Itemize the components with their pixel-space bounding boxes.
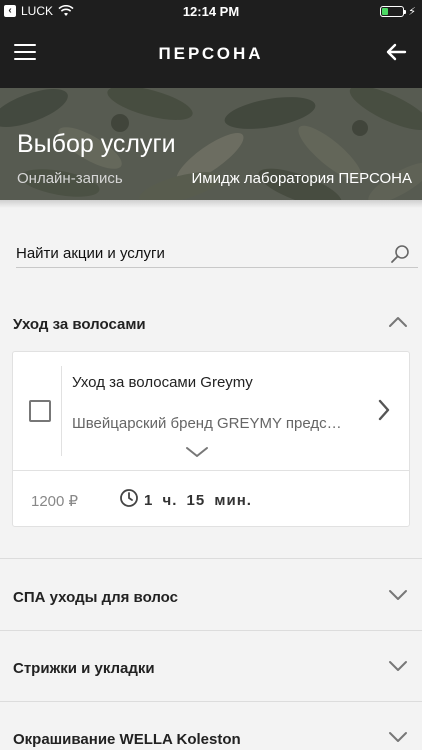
battery-icon	[380, 6, 407, 17]
service-checkbox[interactable]	[29, 400, 51, 422]
service-name: Уход за волосами Greymy	[72, 374, 253, 391]
page-title: Выбор услуги	[17, 130, 176, 158]
service-card[interactable]: Уход за волосами Greymy Швейцарский брен…	[12, 351, 410, 527]
chevron-down-icon[interactable]	[388, 588, 408, 602]
chevron-down-icon[interactable]	[388, 659, 408, 673]
card-divider-vertical	[61, 366, 62, 456]
category-label: Окрашивание WELLA Koleston	[13, 731, 241, 748]
back-arrow-icon[interactable]	[384, 40, 408, 64]
category-separator	[0, 701, 422, 702]
status-right: ⚡	[380, 5, 416, 18]
chevron-up-icon[interactable]	[388, 315, 408, 329]
service-duration: 1 ч. 15 мин.	[144, 492, 252, 509]
clock-icon	[120, 489, 138, 507]
charging-icon: ⚡	[408, 6, 416, 18]
service-price: 1200 ₽	[31, 493, 79, 510]
chevron-down-icon[interactable]	[388, 730, 408, 744]
hero-shadow	[0, 200, 422, 208]
salon-name: Имидж лаборатория ПЕРСОНА	[191, 170, 413, 187]
nav-bar: ПЕРСОНА	[0, 22, 422, 88]
services-content: Уход за волосами Уход за волосами Greymy…	[0, 200, 422, 750]
expand-description-chevron-icon[interactable]	[185, 446, 209, 458]
search-bar	[16, 240, 418, 268]
hero-banner: Выбор услуги Онлайн-запись Имидж лаборат…	[0, 88, 422, 200]
service-description: Швейцарский бренд GREYMY предс…	[72, 415, 342, 432]
category-coloring[interactable]: Окрашивание WELLA Koleston	[0, 710, 422, 750]
category-hair-care[interactable]: Уход за волосами	[0, 295, 422, 353]
battery-level	[382, 8, 389, 15]
category-separator	[0, 630, 422, 631]
status-time: 12:14 PM	[182, 4, 240, 19]
brand-logo: ПЕРСОНА	[158, 44, 264, 63]
category-spa-hair[interactable]: СПА уходы для волос	[0, 568, 422, 626]
search-icon[interactable]	[390, 244, 410, 264]
category-label: Уход за волосами	[13, 316, 146, 333]
category-separator	[0, 558, 422, 559]
status-bar: ‹ LUCK 12:14 PM ⚡	[0, 0, 422, 22]
category-label: СПА уходы для волос	[13, 589, 178, 606]
chevron-right-icon[interactable]	[377, 398, 391, 422]
card-divider-horizontal	[13, 470, 409, 471]
search-input[interactable]	[16, 240, 376, 266]
page-subtitle: Онлайн-запись	[17, 170, 123, 187]
category-haircuts[interactable]: Стрижки и укладки	[0, 639, 422, 697]
category-label: Стрижки и укладки	[13, 660, 155, 677]
